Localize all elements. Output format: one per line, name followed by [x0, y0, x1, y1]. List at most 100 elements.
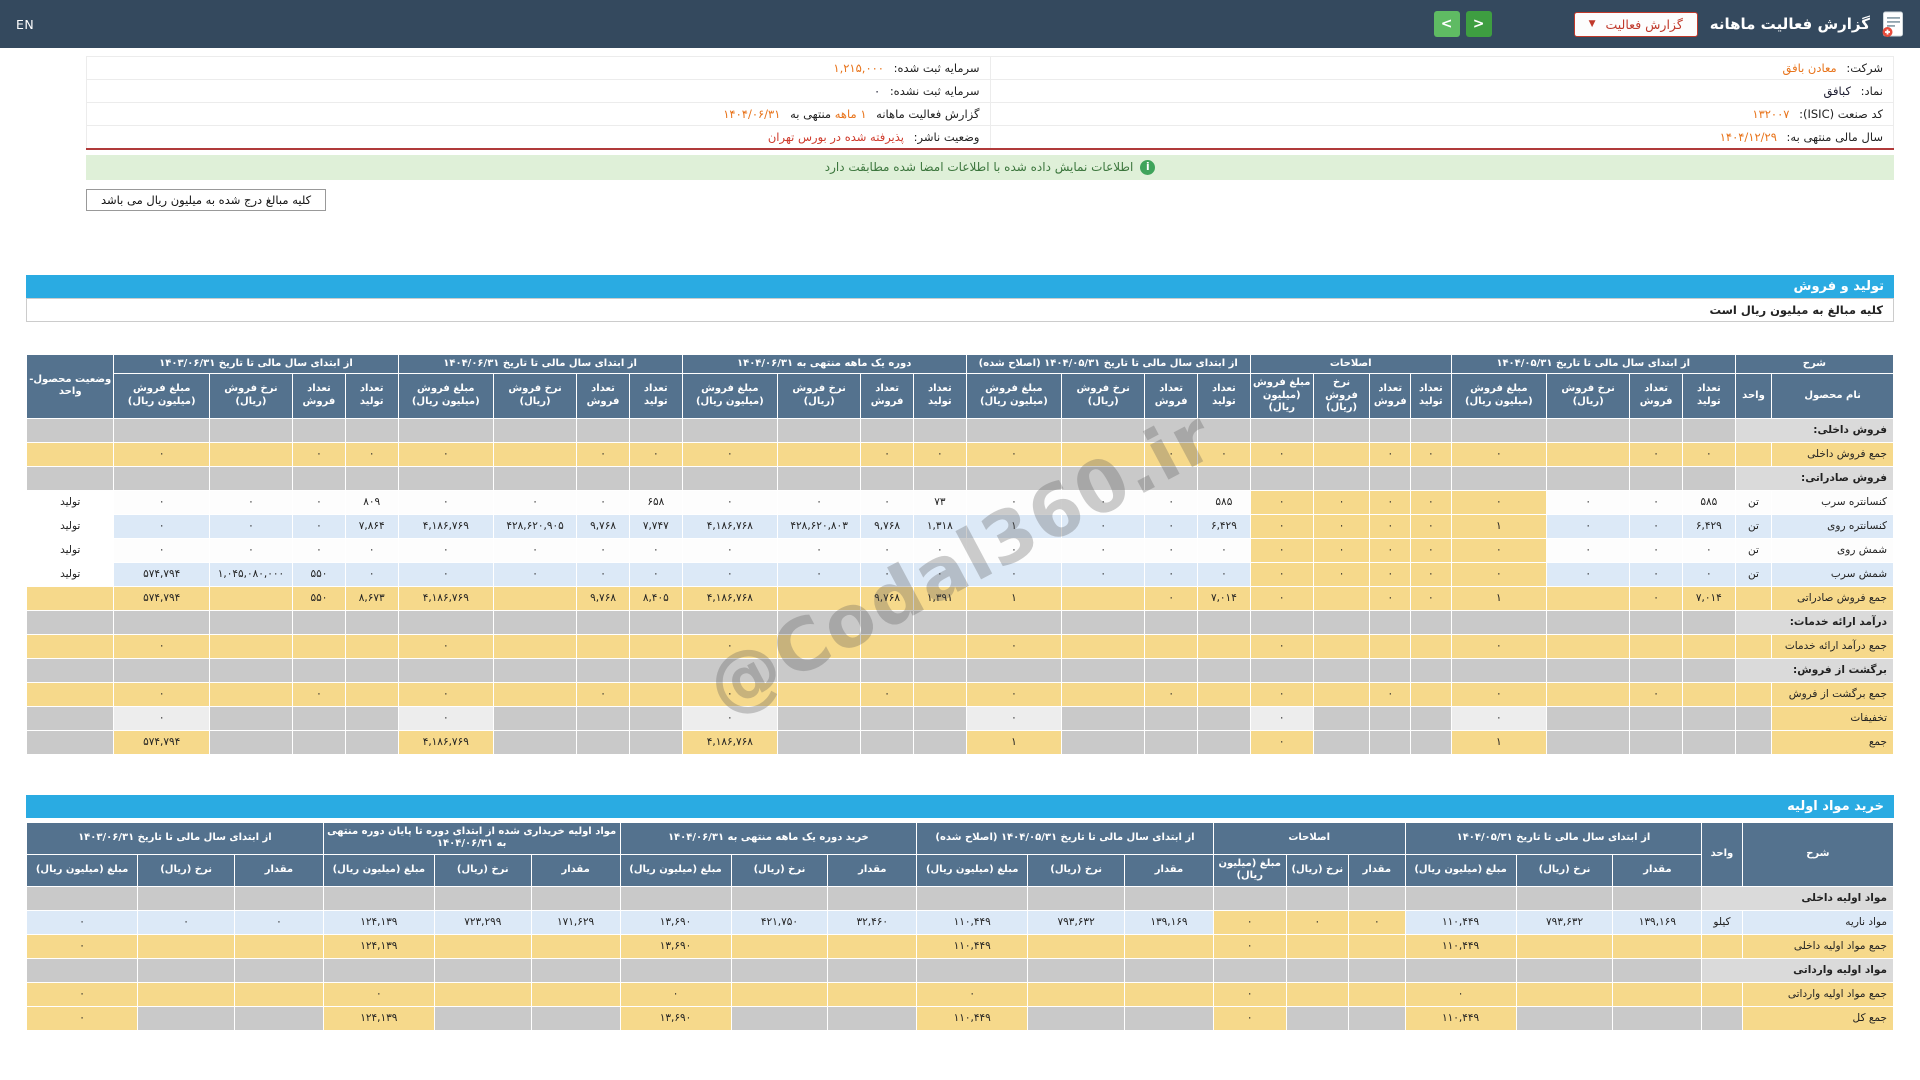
data-cell: ۰ — [398, 562, 493, 586]
data-cell — [577, 610, 630, 634]
raw-materials-section: خرید مواد اولیه شرحواحداز ابتدای سال مال… — [26, 795, 1894, 1031]
data-cell: ۱ — [966, 514, 1061, 538]
data-cell: ۰ — [209, 514, 292, 538]
report-nav-group: < > — [1434, 11, 1492, 37]
row-label-cell: جمع — [1772, 730, 1894, 754]
data-cell: ۴۲۸,۶۲۰,۸۰۳ — [778, 514, 861, 538]
data-cell — [1349, 934, 1406, 958]
data-cell: ۴,۱۸۶,۷۶۹ — [398, 586, 493, 610]
data-cell — [1405, 886, 1516, 910]
unit-cell — [1702, 934, 1742, 958]
data-cell: ۰ — [1682, 538, 1735, 562]
data-cell: ۰ — [778, 490, 861, 514]
column-header: مبلغ فروش (میلیون ریال) — [114, 374, 209, 419]
column-header: مقدار — [1125, 854, 1214, 886]
data-cell — [209, 634, 292, 658]
column-header: اصلاحات — [1213, 822, 1405, 854]
data-cell — [493, 706, 576, 730]
data-cell: ۳۲,۴۶۰ — [828, 910, 917, 934]
report-date-value: ۱۴۰۴/۰۶/۳۱ — [723, 107, 780, 121]
data-cell — [1613, 1006, 1702, 1030]
data-cell: ۰ — [966, 538, 1061, 562]
data-cell: ۰ — [1547, 490, 1630, 514]
data-cell: ۰ — [629, 442, 682, 466]
data-cell — [913, 682, 966, 706]
data-cell: ۰ — [577, 490, 630, 514]
data-cell — [1062, 730, 1145, 754]
data-cell — [1682, 418, 1735, 442]
column-header: نرخ فروش (ریال) — [1547, 374, 1630, 419]
data-cell — [1062, 442, 1145, 466]
column-header: شرح — [1742, 822, 1893, 886]
company-info-table: شرکت: معادن بافق سرمایه ثبت شده: ۱,۲۱۵,۰… — [86, 56, 1894, 150]
unit-cell — [1735, 730, 1772, 754]
row-label-cell: جمع برگشت از فروش — [1772, 682, 1894, 706]
data-cell: ۶,۴۲۹ — [1682, 514, 1735, 538]
data-cell: ۱ — [966, 730, 1061, 754]
row-label-cell: جمع درآمد ارائه خدمات — [1772, 634, 1894, 658]
data-cell: ۷,۰۱۴ — [1682, 586, 1735, 610]
language-switch-link[interactable]: EN — [16, 17, 34, 32]
data-cell — [1370, 466, 1411, 490]
data-cell: ۸,۶۷۳ — [345, 586, 398, 610]
page-title: گزارش فعالیت ماهانه — [1710, 15, 1870, 33]
table-row: مواد اولیه داخلی — [27, 886, 1894, 910]
top-bar: گزارش فعالیت ماهانه گزارش فعالیت ▼ < > E… — [0, 0, 1920, 48]
data-cell — [778, 586, 861, 610]
data-cell — [1028, 982, 1125, 1006]
data-cell: ۰ — [1370, 490, 1411, 514]
data-cell — [778, 418, 861, 442]
data-cell: ۰ — [398, 634, 493, 658]
data-cell: ۰ — [1250, 490, 1313, 514]
data-cell: ۵۵۰ — [293, 586, 346, 610]
amounts-note-row: کلیه مبالغ درج شده به میلیون ریال می باش… — [86, 189, 1894, 211]
data-cell: ۱۳۹,۱۶۹ — [1613, 910, 1702, 934]
data-cell — [293, 658, 346, 682]
data-cell — [235, 1006, 324, 1030]
data-cell: ۴,۱۸۶,۷۶۸ — [682, 730, 777, 754]
data-cell: ۰ — [577, 682, 630, 706]
data-cell — [1547, 586, 1630, 610]
data-cell — [138, 886, 235, 910]
data-cell — [209, 658, 292, 682]
company-info-block: شرکت: معادن بافق سرمایه ثبت شده: ۱,۲۱۵,۰… — [86, 56, 1894, 211]
data-cell: ۰ — [966, 682, 1061, 706]
data-cell: ۱۱۰,۴۴۹ — [917, 934, 1028, 958]
data-cell: ۰ — [293, 538, 346, 562]
info-row: سال مالی منتهی به: ۱۴۰۴/۱۲/۲۹ وضعیت ناشر… — [87, 126, 1894, 149]
data-cell — [778, 730, 861, 754]
row-label-cell: مواد اولیه وارداتی — [1702, 958, 1894, 982]
data-cell: ۰ — [1451, 562, 1546, 586]
data-cell — [1145, 418, 1198, 442]
row-label-cell: فروش داخلی: — [1735, 418, 1893, 442]
data-cell: ۰ — [345, 562, 398, 586]
data-cell: ۰ — [345, 538, 398, 562]
unit-cell — [1735, 706, 1772, 730]
data-cell: ۰ — [114, 442, 209, 466]
data-cell — [1411, 610, 1452, 634]
data-cell — [323, 886, 434, 910]
data-cell: ۰ — [629, 538, 682, 562]
data-cell — [345, 658, 398, 682]
next-report-button[interactable]: > — [1434, 11, 1460, 37]
data-cell — [1145, 634, 1198, 658]
data-cell: ۰ — [861, 490, 914, 514]
data-cell — [1613, 886, 1702, 910]
row-label-cell: فروش صادراتی: — [1735, 466, 1893, 490]
data-cell: ۰ — [1213, 934, 1286, 958]
data-cell: ۱۳,۶۹۰ — [620, 934, 731, 958]
data-cell: ۰ — [114, 706, 209, 730]
column-header: تعداد تولید — [1411, 374, 1452, 419]
data-cell — [731, 982, 828, 1006]
report-type-dropdown[interactable]: گزارش فعالیت ▼ — [1574, 12, 1698, 37]
data-cell: ۰ — [913, 442, 966, 466]
data-cell — [1370, 730, 1411, 754]
column-header: از ابتدای سال مالی تا تاریخ ۱۴۰۴/۰۵/۳۱ — [1405, 822, 1702, 854]
info-icon: i — [1140, 160, 1155, 175]
row-label-cell: جمع مواد اولیه داخلی — [1742, 934, 1893, 958]
data-cell: ۰ — [1286, 910, 1349, 934]
symbol-label: نماد: — [1861, 84, 1883, 98]
unit-cell: کیلو — [1702, 910, 1742, 934]
previous-report-button[interactable]: < — [1466, 11, 1492, 37]
data-cell — [1411, 730, 1452, 754]
